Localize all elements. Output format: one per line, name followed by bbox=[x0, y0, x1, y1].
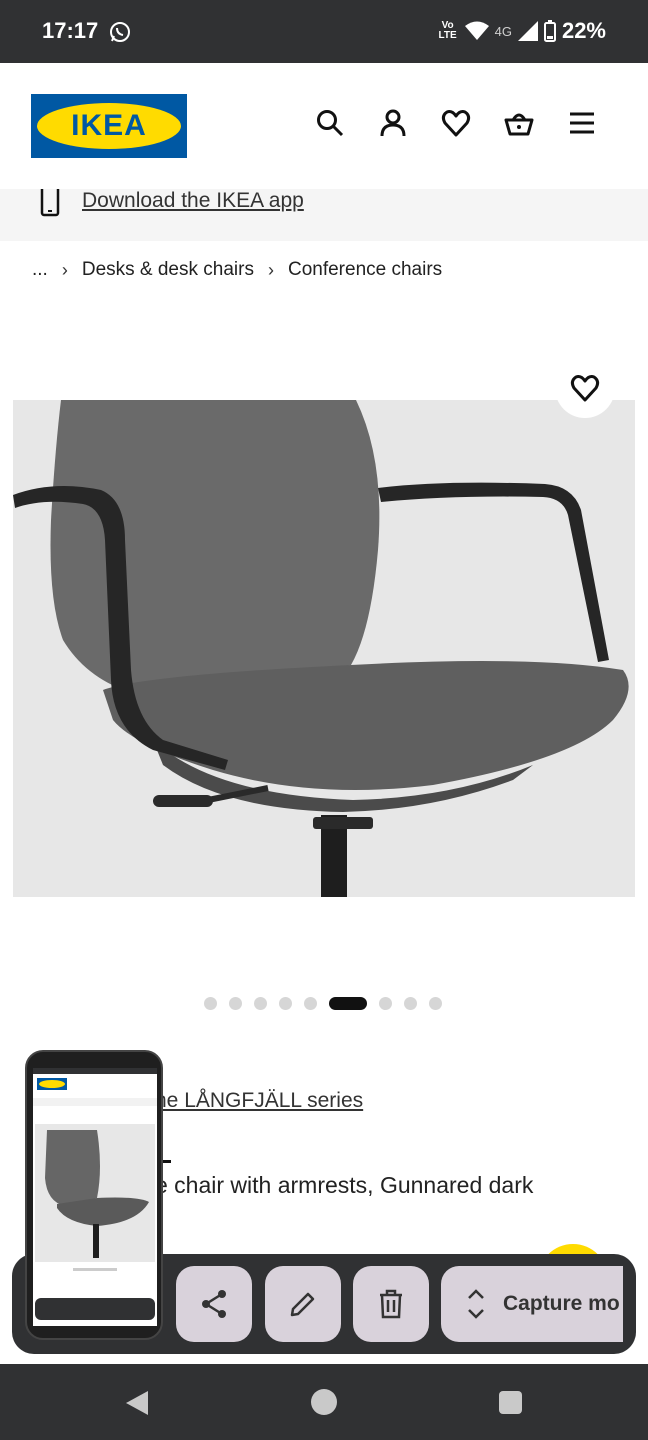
system-nav-bar bbox=[0, 1364, 648, 1440]
search-icon[interactable] bbox=[315, 108, 345, 138]
recent-apps-icon[interactable] bbox=[499, 1391, 522, 1414]
carousel-indicator bbox=[204, 997, 442, 1010]
status-time: 17:17 bbox=[42, 18, 99, 43]
capture-more-button[interactable]: Capture mo bbox=[441, 1266, 623, 1342]
signal-icon bbox=[517, 21, 538, 41]
screenshot-thumbnail[interactable] bbox=[25, 1050, 163, 1340]
battery-percent: 22% bbox=[561, 18, 606, 43]
breadcrumb-ellipsis[interactable]: ... bbox=[32, 259, 48, 281]
logo-text: IKEA bbox=[71, 109, 147, 142]
edit-button[interactable] bbox=[265, 1266, 341, 1342]
chevron-right-icon: › bbox=[61, 259, 68, 280]
chevron-right-icon: › bbox=[267, 259, 274, 280]
delete-icon bbox=[380, 1289, 402, 1319]
menu-icon[interactable] bbox=[567, 108, 597, 138]
whatsapp-icon bbox=[110, 22, 130, 42]
app-banner: Download the IKEA app bbox=[0, 189, 648, 241]
wifi-icon bbox=[464, 21, 489, 40]
capture-more-label: Capture mo bbox=[503, 1292, 620, 1315]
ikea-logo[interactable]: IKEA bbox=[31, 94, 187, 158]
volte-indicator: Vo LTE bbox=[438, 20, 457, 41]
product-image[interactable] bbox=[13, 400, 635, 897]
home-icon[interactable] bbox=[311, 1389, 337, 1415]
carousel-dot[interactable] bbox=[304, 997, 317, 1010]
profile-icon[interactable] bbox=[378, 108, 408, 138]
breadcrumb: ... › Desks & desk chairs › Conference c… bbox=[32, 259, 442, 281]
phone-icon bbox=[40, 189, 60, 217]
carousel-dot[interactable] bbox=[429, 997, 442, 1010]
site-header: IKEA bbox=[0, 63, 648, 189]
status-bar: 17:17 Vo LTE 4G 22% bbox=[0, 0, 648, 63]
share-icon bbox=[202, 1290, 226, 1318]
add-to-favourites-button[interactable] bbox=[555, 358, 615, 418]
edit-icon bbox=[290, 1292, 315, 1317]
carousel-dot[interactable] bbox=[379, 997, 392, 1010]
network-type: 4G bbox=[494, 23, 512, 39]
product-description: e chair with armrests, Gunnared dark bbox=[155, 1172, 534, 1198]
share-button[interactable] bbox=[176, 1266, 252, 1342]
chair-illustration bbox=[13, 400, 629, 897]
carousel-dot[interactable] bbox=[404, 997, 417, 1010]
favourites-icon[interactable] bbox=[441, 108, 471, 138]
breadcrumb-item-conference-chairs[interactable]: Conference chairs bbox=[288, 259, 442, 281]
breadcrumb-item-desks[interactable]: Desks & desk chairs bbox=[82, 259, 254, 281]
back-icon[interactable] bbox=[124, 1389, 150, 1417]
thumbnail-chair bbox=[45, 1130, 149, 1258]
carousel-dot[interactable] bbox=[279, 997, 292, 1010]
carousel-dot-active[interactable] bbox=[329, 997, 367, 1010]
heart-icon bbox=[570, 375, 600, 402]
carousel-dot[interactable] bbox=[204, 997, 217, 1010]
delete-button[interactable] bbox=[353, 1266, 429, 1342]
carousel-dot[interactable] bbox=[229, 997, 242, 1010]
basket-icon[interactable] bbox=[504, 108, 534, 138]
carousel-dot[interactable] bbox=[254, 997, 267, 1010]
download-app-link[interactable]: Download the IKEA app bbox=[82, 189, 304, 213]
expand-vertical-icon bbox=[468, 1289, 484, 1319]
battery-icon bbox=[543, 20, 556, 42]
series-link[interactable]: he LÅNGFJÄLL series bbox=[155, 1089, 363, 1113]
